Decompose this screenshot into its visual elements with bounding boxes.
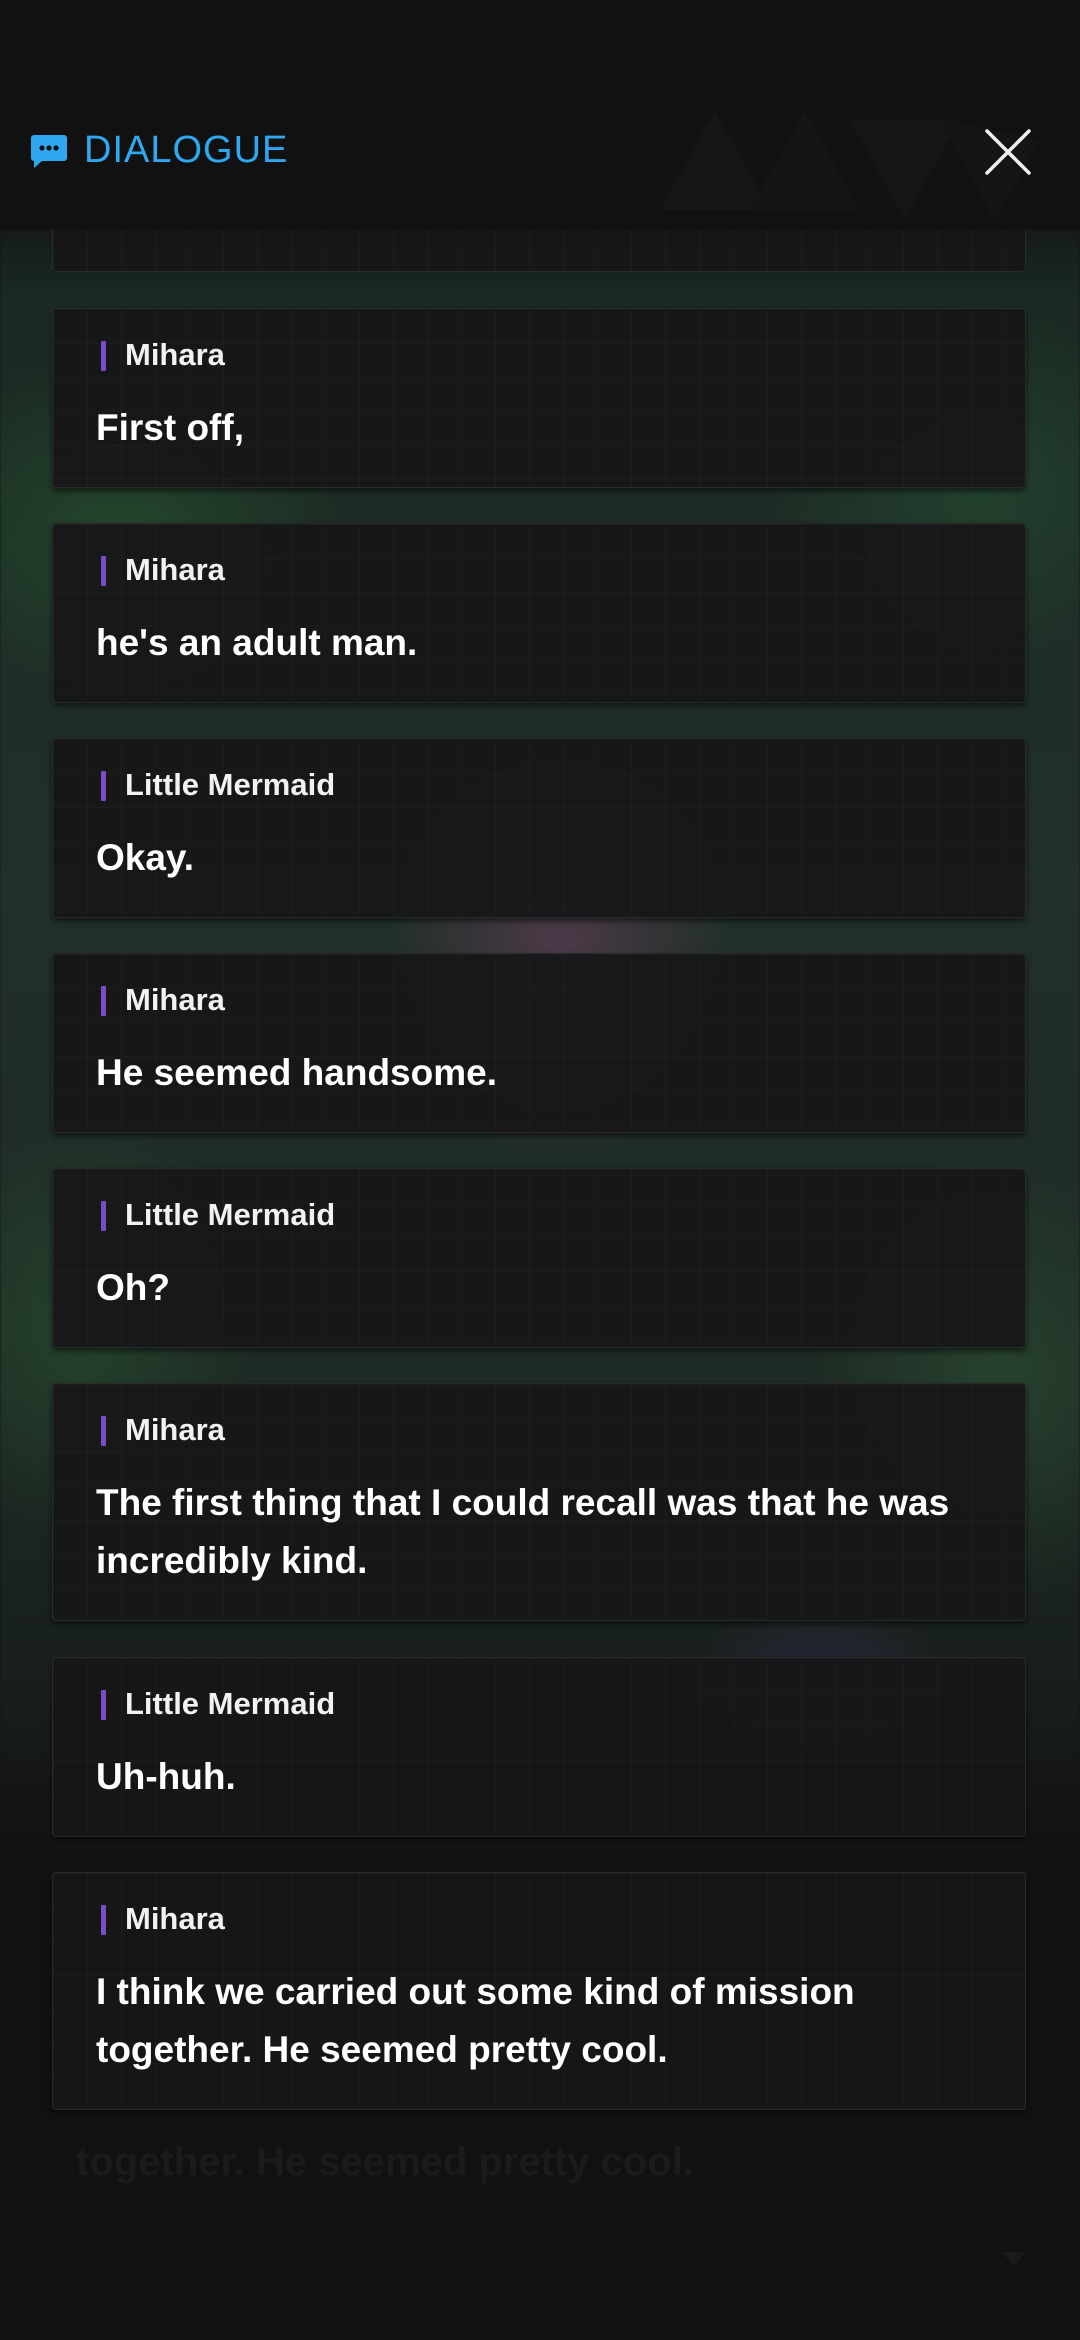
dialogue-log[interactable]: Mihara First off, Mihara he's an adult m… <box>0 0 1080 2340</box>
speaker-name: Mihara <box>125 1412 225 1447</box>
dialogue-entry[interactable]: Mihara The first thing that I could reca… <box>52 1383 1026 1621</box>
dialogue-text: he's an adult man. <box>96 622 418 663</box>
dialogue-entry[interactable]: Little Mermaid Okay. <box>52 738 1026 918</box>
speaker-marker <box>101 1416 106 1446</box>
dialogue-text: Oh? <box>96 1267 170 1308</box>
dialogue-entry[interactable]: Mihara he's an adult man. <box>52 523 1026 703</box>
speaker-marker <box>101 556 106 586</box>
dialogue-entry[interactable]: Mihara First off, <box>52 308 1026 488</box>
speaker-name: Little Mermaid <box>125 1197 336 1232</box>
speaker-name: Mihara <box>125 552 225 587</box>
dialogue-text: He seemed handsome. <box>96 1052 497 1093</box>
speaker-name: Little Mermaid <box>125 767 336 802</box>
dialogue-text: Uh-huh. <box>96 1756 236 1797</box>
speaker-marker <box>101 341 106 371</box>
dialogue-text: First off, <box>96 407 244 448</box>
dialogue-text: Okay. <box>96 837 195 878</box>
speaker-name: Little Mermaid <box>125 1686 336 1721</box>
speaker-name: Mihara <box>125 337 225 372</box>
dialogue-text: I think we carried out some kind of miss… <box>96 1971 855 2070</box>
speaker-marker <box>101 1201 106 1231</box>
speaker-name: Mihara <box>125 1901 225 1936</box>
chevron-down-icon <box>1002 2252 1026 2266</box>
dialogue-entry-clipped <box>52 230 1026 272</box>
speaker-marker <box>101 771 106 801</box>
speaker-marker <box>101 1905 106 1935</box>
speaker-marker <box>101 1690 106 1720</box>
dialogue-entry[interactable]: Mihara I think we carried out some kind … <box>52 1872 1026 2110</box>
speaker-name: Mihara <box>125 982 225 1017</box>
dialogue-entry[interactable]: Little Mermaid Oh? <box>52 1168 1026 1348</box>
dialogue-entry[interactable]: Mihara He seemed handsome. <box>52 953 1026 1133</box>
dialogue-entry[interactable]: Little Mermaid Uh-huh. <box>52 1657 1026 1837</box>
dialogue-text: The first thing that I could recall was … <box>96 1482 950 1581</box>
speaker-marker <box>101 986 106 1016</box>
